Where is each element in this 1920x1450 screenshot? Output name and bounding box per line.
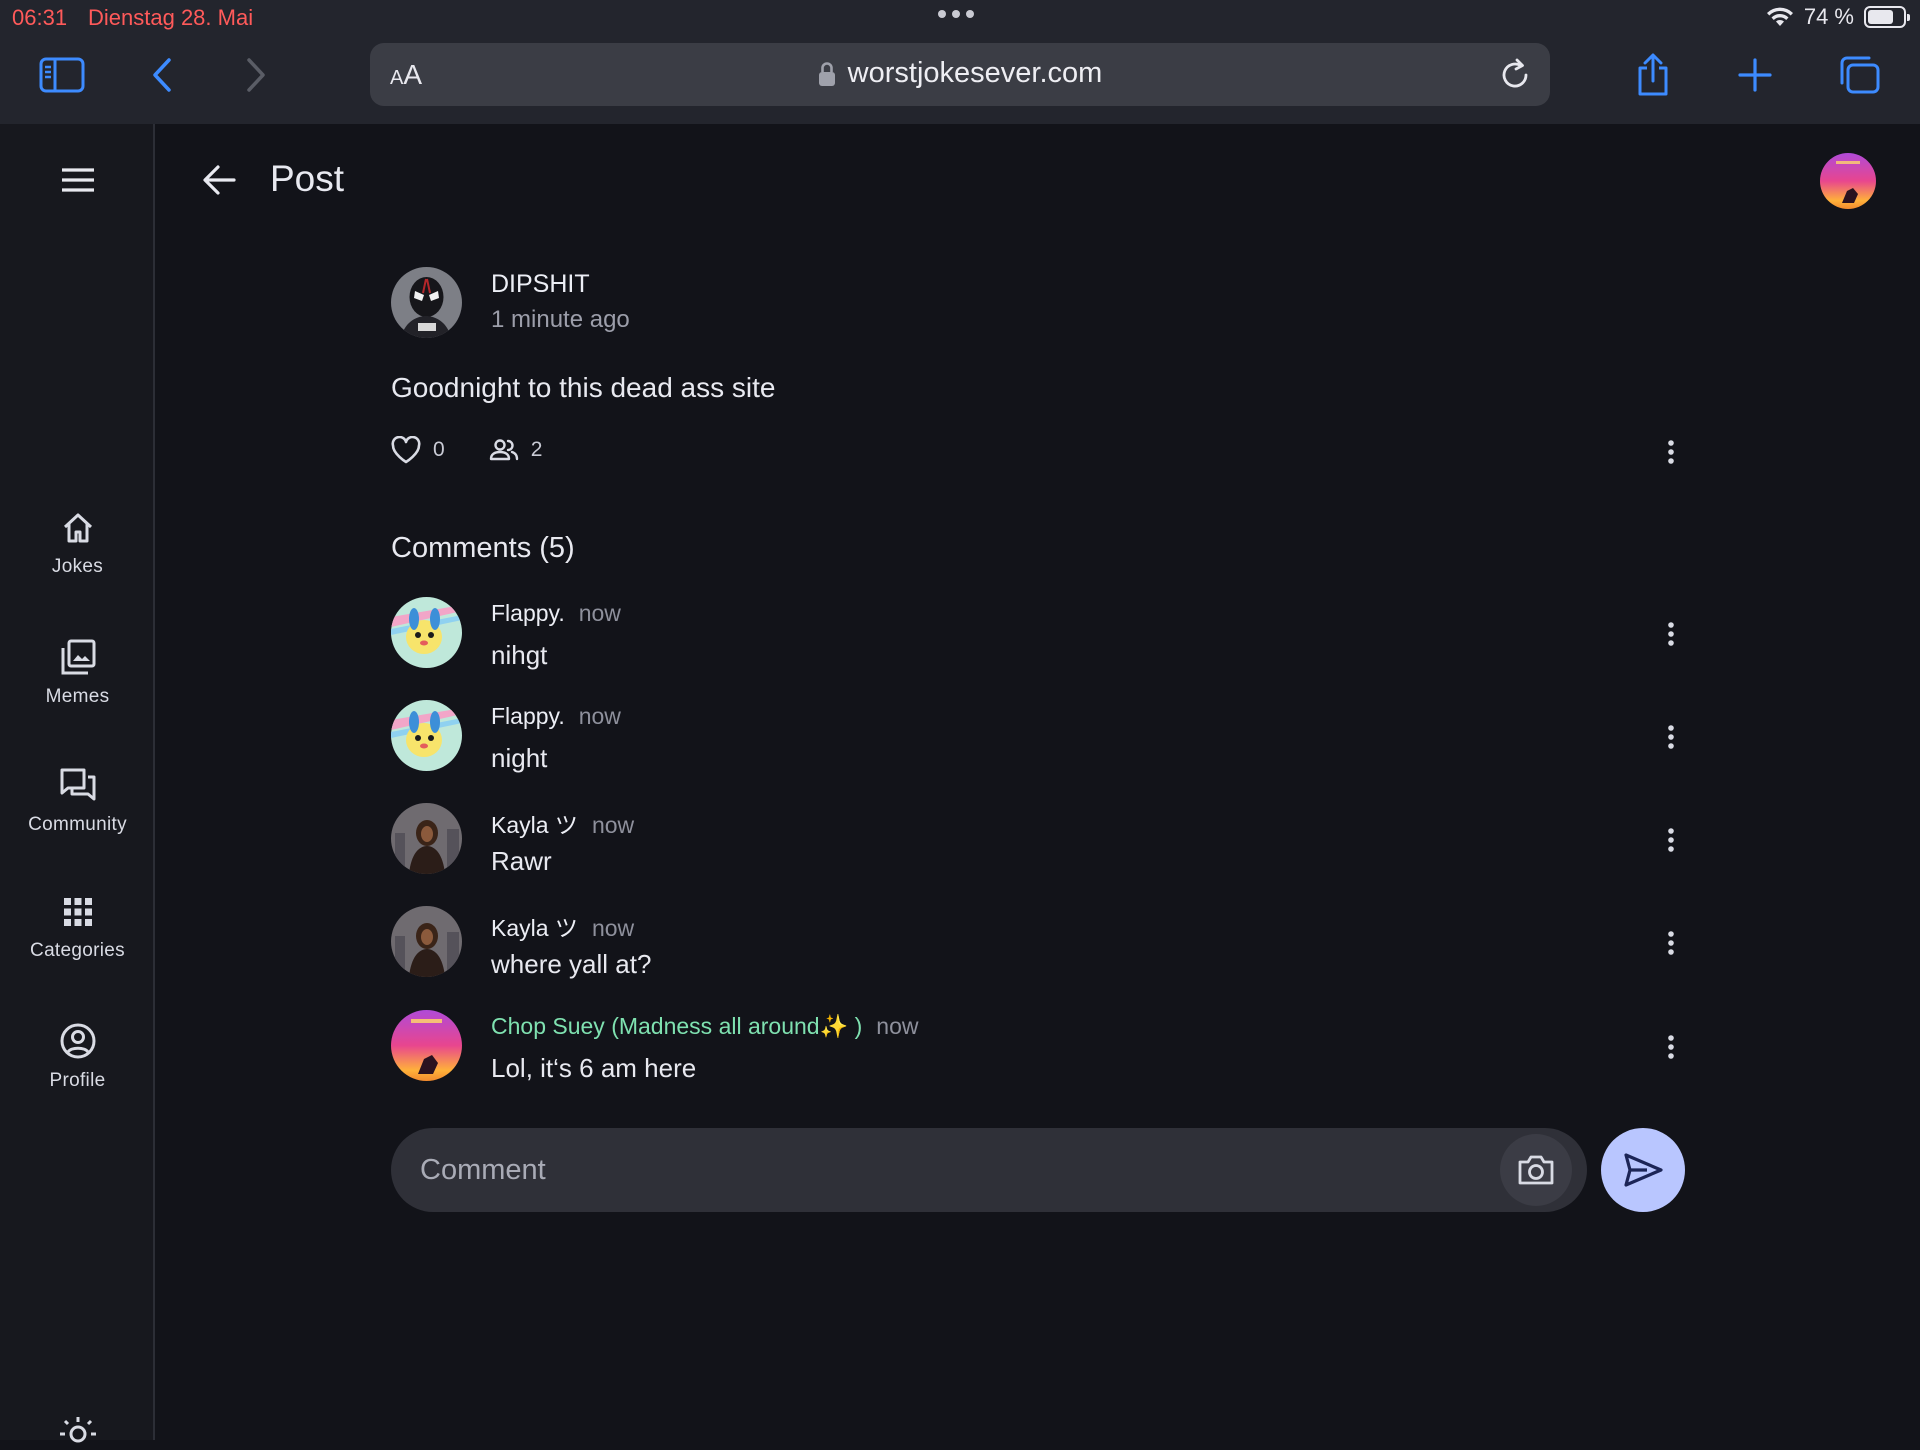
browser-forward-icon[interactable] xyxy=(232,52,280,98)
post-timestamp: 1 minute ago xyxy=(491,306,630,333)
comment-time: now xyxy=(578,600,621,626)
comments-heading: Comments (5) xyxy=(391,532,575,564)
url-text: worstjokesever.com xyxy=(847,57,1103,89)
status-time: 06:31 xyxy=(12,5,68,30)
comment-more-icon[interactable] xyxy=(1656,925,1686,961)
status-bar: 06:31 Dienstag 28. Mai 74 % xyxy=(0,0,1920,34)
address-bar[interactable]: AA worstjokesever.com xyxy=(370,43,1550,106)
comment-avatar[interactable] xyxy=(391,803,462,874)
sidebar-item-label: Community xyxy=(28,814,127,835)
comment-author[interactable]: Kayla ツ now xyxy=(491,909,634,943)
comment-text: where yall at? xyxy=(491,949,652,979)
reload-icon[interactable] xyxy=(1500,57,1532,91)
sidebar-item-label: Jokes xyxy=(51,556,104,577)
comment-avatar[interactable] xyxy=(391,906,462,977)
send-icon xyxy=(1623,1152,1663,1188)
home-icon xyxy=(60,510,96,546)
post-body: Goodnight to this dead ass site xyxy=(391,372,776,403)
sidebar-item-memes[interactable]: Memes xyxy=(0,638,155,708)
back-arrow-icon[interactable] xyxy=(200,160,240,200)
share-icon[interactable] xyxy=(1629,52,1677,98)
comment-input[interactable] xyxy=(391,1128,1587,1212)
comment-author[interactable]: Flappy. now xyxy=(491,703,621,730)
theme-toggle-icon[interactable] xyxy=(58,1410,98,1450)
comment-text: nihgt xyxy=(491,640,548,670)
comment-author[interactable]: Chop Suey (Madness all around✨ ) now xyxy=(491,1013,918,1040)
post-author-name[interactable]: DIPSHIT xyxy=(491,270,590,299)
comment-avatar[interactable] xyxy=(391,1010,462,1081)
comment-author[interactable]: Flappy. now xyxy=(491,600,621,627)
tabs-overview-icon[interactable] xyxy=(1836,52,1884,98)
comment-more-icon[interactable] xyxy=(1656,1029,1686,1065)
sidebar-item-community[interactable]: Community xyxy=(0,766,155,836)
comment-author[interactable]: Kayla ツ now xyxy=(491,806,634,840)
comment-more-icon[interactable] xyxy=(1656,822,1686,858)
comment-avatar[interactable] xyxy=(391,597,462,668)
battery-percent: 74 % xyxy=(1803,4,1854,29)
sidebar-item-categories[interactable]: Categories xyxy=(0,894,155,962)
like-button[interactable]: 0 xyxy=(391,436,445,464)
sidebar-item-label: Profile xyxy=(49,1070,106,1091)
sidebar-item-profile[interactable]: Profile xyxy=(0,1022,155,1092)
comment-avatar[interactable] xyxy=(391,700,462,771)
like-count: 0 xyxy=(433,438,445,461)
multitasking-dots-icon[interactable] xyxy=(938,10,974,18)
comment-more-icon[interactable] xyxy=(1656,616,1686,652)
sidebar-item-jokes[interactable]: Jokes xyxy=(0,510,155,578)
send-button[interactable] xyxy=(1601,1128,1685,1212)
battery-icon xyxy=(1864,6,1910,28)
camera-button[interactable] xyxy=(1500,1134,1572,1206)
sidebar-item-label: Memes xyxy=(45,686,110,707)
comment-time: now xyxy=(591,812,635,838)
participants-button[interactable]: 2 xyxy=(489,438,543,462)
menu-icon[interactable] xyxy=(58,164,98,196)
lock-icon xyxy=(818,61,836,87)
post-author-avatar[interactable] xyxy=(391,267,462,338)
comment-text: Lol, it‘s 6 am here xyxy=(491,1053,697,1083)
new-tab-icon[interactable] xyxy=(1731,52,1779,98)
post-actions: 0 2 xyxy=(391,436,542,464)
sidebar-toggle-icon[interactable] xyxy=(38,52,86,98)
grid-icon xyxy=(60,894,96,930)
sidebar: Jokes Memes Community Categories Profile xyxy=(0,124,155,1443)
comment-time: now xyxy=(591,915,635,941)
wifi-icon xyxy=(1766,6,1794,28)
comment-time: now xyxy=(578,703,621,729)
participant-count: 2 xyxy=(530,438,543,461)
user-avatar[interactable] xyxy=(1820,153,1876,209)
images-icon xyxy=(59,638,97,676)
sidebar-item-label: Categories xyxy=(30,940,125,961)
people-icon xyxy=(489,438,519,462)
status-right: 74 % xyxy=(1766,4,1910,30)
status-date: Dienstag 28. Mai xyxy=(88,5,254,30)
browser-chrome: 06:31 Dienstag 28. Mai 74 % AA worstjoke… xyxy=(0,0,1920,124)
forum-icon xyxy=(58,766,98,804)
page-title: Post xyxy=(270,158,345,199)
url-display[interactable]: worstjokesever.com xyxy=(370,57,1550,90)
comment-text: Rawr xyxy=(491,846,552,876)
browser-back-icon[interactable] xyxy=(138,52,186,98)
post-more-icon[interactable] xyxy=(1656,434,1686,470)
comment-time: now xyxy=(876,1013,919,1039)
camera-icon xyxy=(1517,1154,1555,1186)
heart-icon xyxy=(391,436,421,464)
account-icon xyxy=(59,1022,97,1060)
comment-text: night xyxy=(491,743,548,773)
comment-more-icon[interactable] xyxy=(1656,719,1686,755)
